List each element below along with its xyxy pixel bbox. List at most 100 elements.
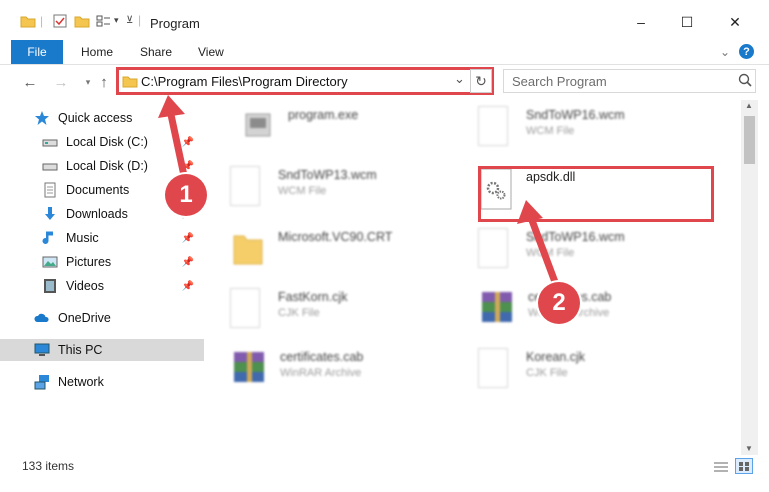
pin-icon[interactable]: 📌 [182,161,194,172]
file-name: SndToWP16.wcm [526,108,625,122]
pin-icon[interactable]: 📌 [182,257,194,268]
videos-icon [42,278,58,294]
sidebar-item-network[interactable]: Network [34,371,204,393]
downloads-icon [42,206,58,222]
up-button[interactable]: ↑ [94,72,114,92]
pin-icon[interactable]: 📌 [182,137,194,148]
tab-home[interactable]: Home [81,40,113,64]
customize-toolbar-icon[interactable]: ⊻ [126,15,133,26]
pc-icon [34,342,50,358]
tab-share[interactable]: Share [140,40,172,64]
sidebar-item-label: Documents [66,183,130,197]
item-count: 133 items [22,459,75,473]
file-item[interactable]: Microsoft.VC90.CRT [230,228,470,284]
file-type: CJK File [526,367,568,379]
exe-icon [240,106,276,150]
title-bar: | ▾ ⊻ | Program – ☐ ✕ [0,0,769,44]
ribbon-collapse-button[interactable]: ⌄ [720,40,730,64]
file-type: WCM File [526,125,575,137]
file-item[interactable]: SndToWP16.wcm WCM File [478,106,718,162]
sidebar-item-music[interactable]: Music 📌 [42,227,204,249]
tab-view[interactable]: View [198,40,224,64]
sidebar-item-videos[interactable]: Videos 📌 [42,275,204,297]
sidebar-item-quick-access[interactable]: Quick access [34,107,204,129]
address-highlight-box [116,67,494,95]
sidebar-item-label: OneDrive [58,311,111,325]
properties-icon[interactable] [52,13,68,29]
file-name: certificates.cab [280,350,364,364]
close-button[interactable]: ✕ [712,0,758,44]
music-icon [42,230,58,246]
pictures-icon [42,254,58,270]
sidebar-item-label: Network [58,375,104,389]
sidebar-item-pictures[interactable]: Pictures 📌 [42,251,204,273]
file-icon [478,106,508,146]
file-item[interactable]: SndToWP13.wcm WCM File [230,166,470,222]
window-title: Program [150,16,200,31]
winrar-archive-icon [232,348,268,392]
ribbon-tabs: File Home Share View ⌄ ? [0,40,769,65]
scroll-down-icon[interactable]: ▼ [745,444,753,453]
forward-button[interactable]: → [51,72,71,92]
file-item[interactable]: SndToWP16.wcm WCM File [478,228,718,284]
folder-icon [230,228,266,272]
file-list: program.exe SndToWP16.wcm WCM File SndTo… [230,106,735,456]
step-1-marker: 1 [165,174,207,216]
file-type: CJK File [278,307,320,319]
file-highlight-box [478,166,714,222]
sidebar-item-label: Videos [66,279,104,293]
drive-icon [42,134,58,150]
help-button[interactable]: ? [739,44,754,59]
search-input[interactable]: Search Program [512,74,607,89]
documents-icon [42,182,58,198]
star-icon [34,110,50,126]
separator: | [40,14,44,28]
folder-icon [20,13,36,29]
new-folder-icon[interactable] [74,13,90,29]
scrollbar-thumb[interactable] [744,116,755,164]
file-name: Microsoft.VC90.CRT [278,230,393,244]
sidebar-item-label: This PC [58,343,103,357]
file-item[interactable]: program.exe [240,106,480,162]
pin-icon[interactable]: 📌 [182,233,194,244]
file-item[interactable]: certificates.cab WinRAR Archive [480,288,720,344]
maximize-button[interactable]: ☐ [664,0,710,44]
winrar-archive-icon [480,288,516,332]
tab-file[interactable]: File [11,40,63,64]
sidebar-item-label: Pictures [66,255,112,269]
file-type: WCM File [278,185,327,197]
file-item[interactable]: certificates.cab WinRAR Archive [232,348,472,404]
tiles-view-icon[interactable] [735,458,753,474]
drive-icon [42,158,58,174]
chevron-down-icon[interactable]: ▾ [114,15,119,26]
sidebar-item-label: Music [66,231,99,245]
file-icon [478,228,508,268]
file-icon [230,166,260,206]
sidebar-item-local-disk-c[interactable]: Local Disk (C:) 📌 [42,131,204,153]
scroll-up-icon[interactable]: ▲ [745,101,753,110]
file-icon [230,288,260,328]
sidebar-item-label: Local Disk (C:) [66,135,148,149]
pin-icon[interactable]: 📌 [182,281,194,292]
sidebar-item-label: Downloads [66,207,128,221]
cloud-icon [34,310,50,326]
network-icon [34,374,50,390]
file-type: WinRAR Archive [280,367,362,379]
sidebar-item-label: Local Disk (D:) [66,159,148,173]
view-options-icon[interactable] [95,13,111,29]
file-item[interactable]: FastKorn.cjk CJK File [230,288,470,344]
minimize-button[interactable]: – [618,0,664,44]
file-name: SndToWP13.wcm [278,168,377,182]
sidebar-item-this-pc[interactable]: This PC [0,339,204,361]
separator: | [138,13,142,27]
file-item[interactable]: Korean.cjk CJK File [478,348,718,404]
file-type: WCM File [526,247,575,259]
navigation-pane: Quick access Local Disk (C:) 📌 Local Dis… [0,104,204,454]
back-button[interactable]: ← [20,72,40,92]
step-2-marker: 2 [538,282,580,324]
refresh-button[interactable]: ↻ [470,69,492,93]
file-name: Korean.cjk [526,350,586,364]
sidebar-item-onedrive[interactable]: OneDrive [34,307,204,329]
details-view-icon[interactable] [713,460,729,474]
search-icon[interactable] [737,72,753,88]
